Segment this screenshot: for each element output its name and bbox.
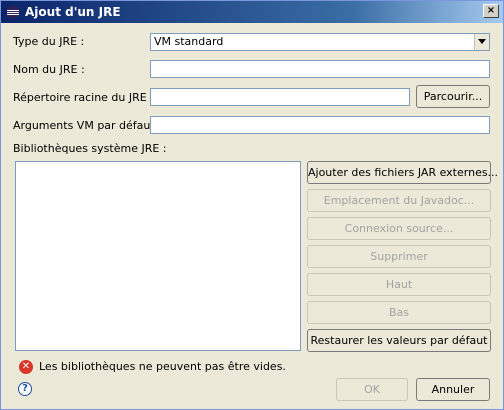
- cancel-button[interactable]: Annuler: [416, 378, 490, 401]
- remove-button[interactable]: Supprimer: [307, 245, 491, 268]
- vm-args-field[interactable]: [150, 116, 490, 134]
- jre-name-label: Nom du JRE :: [13, 63, 85, 76]
- jre-home-label: Répertoire racine du JRE :: [13, 91, 154, 104]
- close-icon: ×: [486, 5, 496, 16]
- javadoc-location-button[interactable]: Emplacement du Javadoc...: [307, 189, 491, 212]
- vm-args-label: Arguments VM par défaut :: [13, 119, 162, 132]
- chevron-down-icon[interactable]: [474, 34, 489, 50]
- restore-defaults-button[interactable]: Restaurer les valeurs par défaut: [307, 329, 491, 352]
- jre-type-label: Type du JRE :: [13, 35, 85, 48]
- help-icon[interactable]: ?: [18, 382, 32, 396]
- error-icon: ✕: [19, 360, 33, 374]
- source-attachment-button[interactable]: Connexion source...: [307, 217, 491, 240]
- libraries-label: Bibliothèques système JRE :: [13, 142, 167, 155]
- browse-button[interactable]: Parcourir...: [416, 85, 490, 108]
- jre-type-value: VM standard: [154, 35, 224, 48]
- add-external-jars-button[interactable]: Ajouter des fichiers JAR externes...: [307, 161, 498, 184]
- eclipse-icon: [6, 5, 20, 19]
- add-jre-dialog: Ajout d'un JRE × Type du JRE : VM standa…: [0, 0, 504, 410]
- vm-args-input[interactable]: [151, 117, 489, 133]
- down-button[interactable]: Bas: [307, 301, 491, 324]
- ok-button[interactable]: OK: [336, 378, 408, 401]
- jre-name-input[interactable]: [151, 61, 489, 77]
- jre-name-field[interactable]: [150, 60, 490, 78]
- jre-type-dropdown[interactable]: VM standard: [150, 33, 490, 51]
- error-text: Les bibliothèques ne peuvent pas être vi…: [39, 360, 286, 373]
- title-bar: Ajout d'un JRE ×: [1, 1, 503, 23]
- up-button[interactable]: Haut: [307, 273, 491, 296]
- libraries-list[interactable]: [15, 161, 301, 351]
- window-title: Ajout d'un JRE: [25, 5, 121, 19]
- jre-home-field[interactable]: [150, 88, 410, 106]
- close-button[interactable]: ×: [483, 4, 499, 18]
- jre-home-input[interactable]: [151, 89, 409, 105]
